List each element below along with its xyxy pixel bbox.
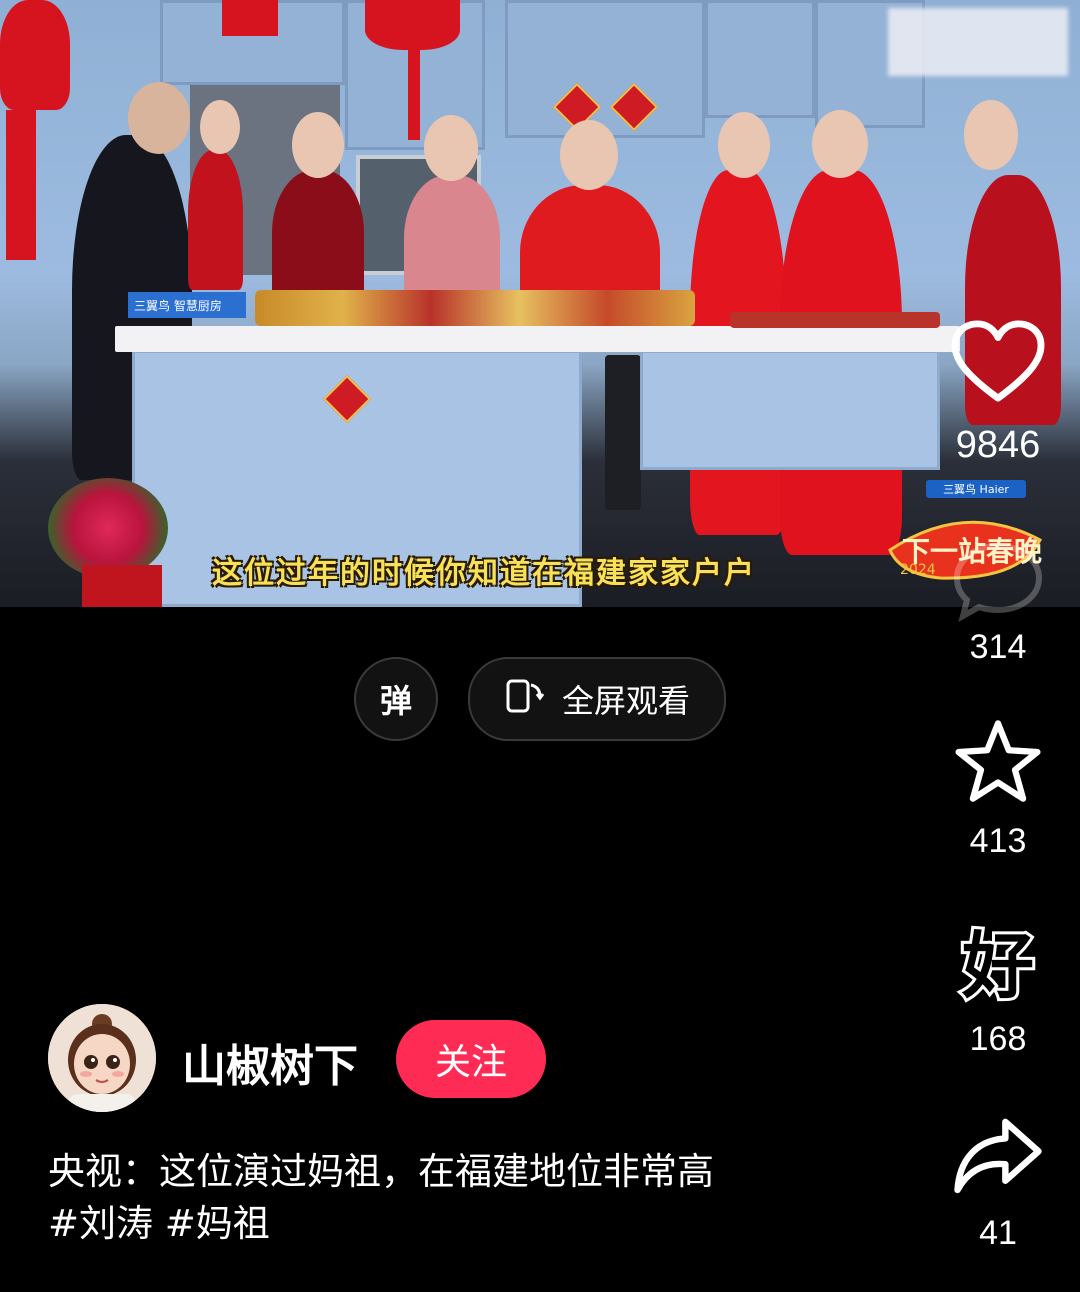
star-icon <box>955 720 1041 802</box>
video-player[interactable]: 三翼鸟 智慧厨房 三翼鸟 Haier 下一站春晚 2024 这位过年的时候你知道… <box>0 0 1080 607</box>
recommend-button[interactable]: 好 168 <box>938 916 1058 1059</box>
decoration-tassel <box>6 110 36 260</box>
danmu-toggle-button[interactable]: 弹 <box>354 657 438 741</box>
counter-top <box>115 326 960 352</box>
show-year: 2024 <box>900 562 936 578</box>
wall-cabinet <box>705 0 815 118</box>
person-head <box>718 112 770 178</box>
decoration-knot <box>0 0 70 110</box>
decoration-tassel <box>408 50 420 140</box>
share-icon <box>954 1118 1042 1194</box>
person-head <box>424 115 478 181</box>
favorite-count: 413 <box>969 822 1027 860</box>
blurred-area <box>888 8 1068 76</box>
comment-icon <box>953 542 1043 622</box>
decoration-knot <box>222 0 278 36</box>
person-head <box>560 120 618 190</box>
follow-button[interactable]: 关注 <box>396 1020 546 1098</box>
person-legs <box>605 355 641 510</box>
like-count: 9846 <box>955 424 1041 466</box>
brand-logo: 三翼鸟 Haier <box>926 480 1026 498</box>
recommend-icon: 好 <box>959 921 1037 1011</box>
person-head <box>200 100 240 154</box>
person-head <box>128 82 190 154</box>
post-hashtags[interactable]: #刘涛 #妈祖 <box>48 1198 714 1250</box>
author-name[interactable]: 山椒树下 <box>182 1030 358 1094</box>
share-count: 41 <box>979 1214 1017 1252</box>
flower-pot-base <box>82 565 162 607</box>
comment-count: 314 <box>969 628 1027 666</box>
kitchen-cabinet <box>640 350 940 470</box>
like-button[interactable]: 9846 <box>938 318 1058 467</box>
wall-cabinet <box>505 0 705 138</box>
person-head <box>812 110 868 178</box>
fullscreen-label: 全屏观看 <box>561 682 690 720</box>
comment-button[interactable]: 314 <box>938 540 1058 667</box>
recommend-count: 168 <box>969 1020 1027 1058</box>
decoration-knot <box>365 0 460 50</box>
favorite-button[interactable]: 413 <box>938 718 1058 861</box>
sponsor-badge: 三翼鸟 智慧厨房 <box>128 292 246 318</box>
heart-icon <box>951 320 1045 402</box>
food-display <box>255 290 695 326</box>
share-button[interactable]: 41 <box>938 1114 1058 1253</box>
video-subtitle: 这位过年的时候你知道在福建家家户户 <box>212 556 756 591</box>
post-description: 央视：这位演过妈祖，在福建地位非常高 #刘涛 #妈祖 <box>48 1146 714 1250</box>
fullscreen-rotate-icon <box>504 675 545 723</box>
danmu-label: 弹 <box>379 682 412 720</box>
person <box>188 150 243 290</box>
post-caption: 央视：这位演过妈祖，在福建地位非常高 <box>48 1150 714 1193</box>
food-display <box>730 312 940 328</box>
person-head <box>964 100 1018 170</box>
flower-pot <box>48 478 168 578</box>
avatar[interactable] <box>48 1004 156 1112</box>
person-head <box>292 112 344 178</box>
person <box>272 170 364 310</box>
fullscreen-button[interactable]: 全屏观看 <box>468 657 726 741</box>
